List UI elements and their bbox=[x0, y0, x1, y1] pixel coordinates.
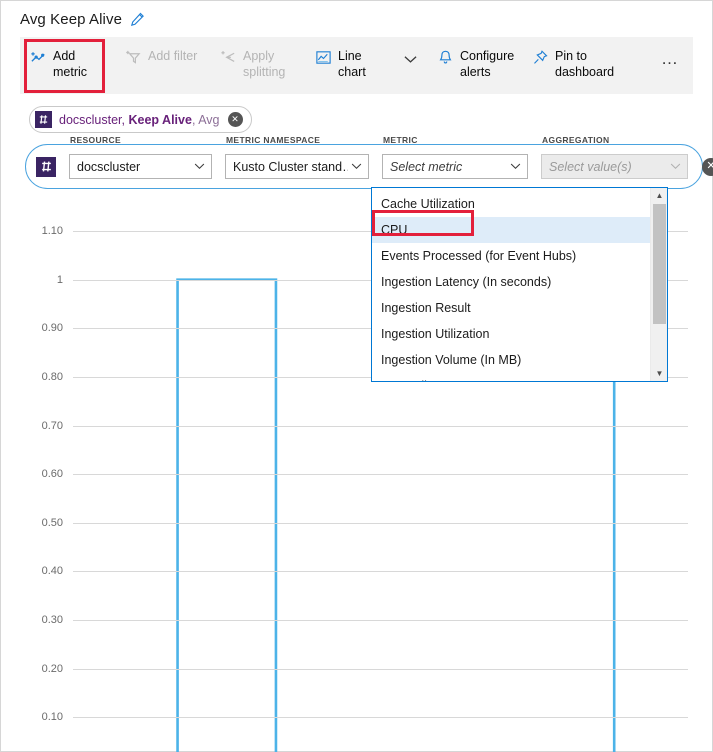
ellipsis-icon: … bbox=[661, 49, 679, 68]
scrollbar-thumb[interactable] bbox=[653, 204, 666, 324]
metric-badge-icon bbox=[35, 111, 52, 128]
y-axis-tick-label: 0.80 bbox=[41, 370, 63, 383]
apply-splitting-icon bbox=[220, 49, 237, 66]
chart-type-dropdown-toggle[interactable] bbox=[400, 37, 427, 94]
chart-gridline bbox=[73, 668, 688, 670]
chart-gridline bbox=[73, 571, 688, 573]
chart-gridline bbox=[73, 474, 688, 476]
resource-value: docscluster bbox=[77, 159, 141, 174]
metric-selector-row: RESOURCE docscluster METRIC NAMESPACE Ku… bbox=[25, 135, 713, 189]
scroll-up-arrow-icon[interactable]: ▲ bbox=[651, 188, 668, 203]
bell-icon bbox=[437, 49, 454, 66]
apply-splitting-button[interactable]: Apply splitting bbox=[210, 37, 305, 94]
y-axis-tick-label: 1 bbox=[56, 273, 63, 286]
metric-option-keep-alive[interactable]: Keep Alive bbox=[372, 373, 650, 381]
dropdown-scrollbar[interactable]: ▲ ▼ bbox=[650, 188, 667, 381]
add-metric-label: Add metric bbox=[53, 49, 88, 79]
metric-value: Select metric bbox=[390, 159, 463, 174]
configure-alerts-button[interactable]: Configure alerts bbox=[427, 37, 522, 94]
chip-aggregation: , Avg bbox=[191, 112, 220, 127]
chevron-down-icon bbox=[404, 51, 417, 69]
chevron-down-icon bbox=[667, 163, 683, 170]
y-axis-tick-label: 0.70 bbox=[41, 419, 63, 432]
chart-type-label: Line chart bbox=[338, 49, 366, 79]
pin-to-dashboard-label: Pin to dashboard bbox=[555, 49, 615, 79]
chart-gridline bbox=[73, 425, 688, 427]
add-filter-button[interactable]: Add filter bbox=[115, 37, 210, 94]
resource-dropdown[interactable]: docscluster bbox=[69, 154, 212, 179]
configure-alerts-label: Configure alerts bbox=[460, 49, 515, 79]
chart-type-button[interactable]: Line chart bbox=[305, 37, 400, 94]
chip-metric: Keep Alive bbox=[128, 112, 192, 127]
metric-field-label: METRIC bbox=[383, 135, 418, 145]
resource-field-label: RESOURCE bbox=[70, 135, 121, 145]
metric-option-ingestion-result[interactable]: Ingestion Result bbox=[372, 295, 650, 321]
y-axis-tick-label: 0.40 bbox=[41, 565, 63, 578]
metric-options-list: Cache Utilization CPU Events Processed (… bbox=[372, 188, 650, 381]
chevron-down-icon bbox=[191, 163, 207, 170]
aggregation-value: Select value(s) bbox=[549, 159, 632, 174]
add-metric-icon bbox=[30, 49, 47, 66]
metric-chip-label: docscluster, Keep Alive, Avg bbox=[59, 113, 220, 127]
pin-to-dashboard-button[interactable]: Pin to dashboard bbox=[522, 37, 635, 94]
page-title: Avg Keep Alive bbox=[20, 10, 123, 28]
metric-namespace-field: METRIC NAMESPACE Kusto Cluster stand… bbox=[225, 135, 369, 179]
y-axis-tick-label: 0.50 bbox=[41, 516, 63, 529]
y-axis-tick-label: 0.20 bbox=[41, 662, 63, 675]
metric-chip[interactable]: docscluster, Keep Alive, Avg ✕ bbox=[29, 106, 252, 133]
metric-option-cache-utilization[interactable]: Cache Utilization bbox=[372, 191, 650, 217]
apply-splitting-label: Apply splitting bbox=[243, 49, 286, 79]
metric-option-cpu[interactable]: CPU bbox=[372, 217, 650, 243]
metric-namespace-dropdown[interactable]: Kusto Cluster stand… bbox=[225, 154, 369, 179]
metric-option-ingestion-latency[interactable]: Ingestion Latency (In seconds) bbox=[372, 269, 650, 295]
metric-option-ingestion-volume[interactable]: Ingestion Volume (In MB) bbox=[372, 347, 650, 373]
resource-field: RESOURCE docscluster bbox=[69, 135, 212, 179]
aggregation-field-label: AGGREGATION bbox=[542, 135, 610, 145]
add-filter-label: Add filter bbox=[148, 49, 198, 63]
metric-dropdown[interactable]: Select metric bbox=[382, 154, 528, 179]
metrics-page: Avg Keep Alive Add metric Add filter App… bbox=[0, 0, 713, 752]
y-axis-tick-label: 0.10 bbox=[41, 711, 63, 724]
chevron-down-icon bbox=[348, 163, 364, 170]
metric-options-dropdown: Cache Utilization CPU Events Processed (… bbox=[371, 187, 668, 382]
close-icon[interactable]: ✕ bbox=[227, 112, 243, 127]
add-metric-button[interactable]: Add metric bbox=[20, 37, 115, 94]
pencil-icon[interactable] bbox=[129, 11, 145, 27]
pin-icon bbox=[532, 49, 549, 66]
add-filter-icon bbox=[125, 49, 142, 66]
y-axis-tick-label: 0.60 bbox=[41, 468, 63, 481]
line-chart-icon bbox=[315, 49, 332, 66]
y-axis-tick-label: 0.30 bbox=[41, 614, 63, 627]
remove-metric-button[interactable]: ✕ bbox=[702, 157, 713, 176]
metric-namespace-value: Kusto Cluster stand… bbox=[233, 159, 348, 174]
chart-gridline bbox=[73, 620, 688, 622]
metric-option-events-processed[interactable]: Events Processed (for Event Hubs) bbox=[372, 243, 650, 269]
y-axis-tick-label: 1.10 bbox=[41, 225, 63, 237]
scroll-down-arrow-icon[interactable]: ▼ bbox=[651, 366, 668, 381]
aggregation-dropdown[interactable]: Select value(s) bbox=[541, 154, 688, 179]
more-options-button[interactable]: … bbox=[661, 37, 693, 94]
chip-resource: docscluster, bbox=[59, 112, 129, 127]
metrics-toolbar: Add metric Add filter Apply splitting Li… bbox=[20, 37, 693, 94]
aggregation-field: AGGREGATION Select value(s) bbox=[541, 135, 688, 179]
chevron-down-icon bbox=[507, 163, 523, 170]
chart-title-bar: Avg Keep Alive bbox=[1, 1, 712, 37]
chart-gridline bbox=[73, 522, 688, 524]
metric-field: METRIC Select metric bbox=[382, 135, 528, 179]
metric-badge-icon bbox=[36, 156, 56, 177]
metric-option-ingestion-utilization[interactable]: Ingestion Utilization bbox=[372, 321, 650, 347]
y-axis-tick-label: 0.90 bbox=[41, 322, 63, 335]
metric-namespace-field-label: METRIC NAMESPACE bbox=[226, 135, 321, 145]
chart-gridline bbox=[73, 717, 688, 719]
